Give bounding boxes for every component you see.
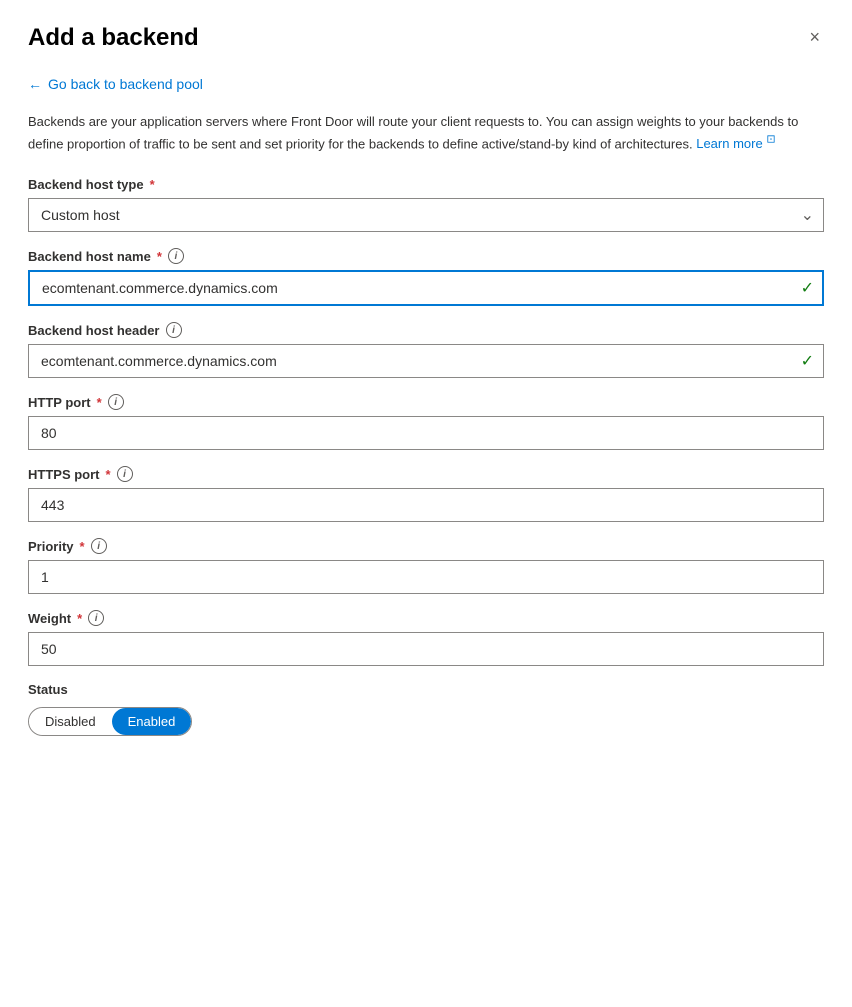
backend-host-name-input-wrapper: ✓ xyxy=(28,270,824,306)
required-star: * xyxy=(97,395,102,410)
close-button[interactable]: × xyxy=(805,24,824,50)
back-link-label: Go back to backend pool xyxy=(48,76,203,92)
backend-host-type-select[interactable]: Custom host App service Cloud service St… xyxy=(28,198,824,232)
backend-host-header-input-wrapper: ✓ xyxy=(28,344,824,378)
backend-host-name-input[interactable] xyxy=(28,270,824,306)
add-backend-panel: Add a backend × ← Go back to backend poo… xyxy=(0,0,852,1007)
info-icon[interactable]: i xyxy=(108,394,124,410)
status-section: Status Disabled Enabled xyxy=(28,682,824,736)
back-link[interactable]: ← Go back to backend pool xyxy=(28,76,824,92)
backend-host-header-label: Backend host header i xyxy=(28,322,824,338)
http-port-label: HTTP port * i xyxy=(28,394,824,410)
http-port-input[interactable] xyxy=(28,416,824,450)
info-icon[interactable]: i xyxy=(166,322,182,338)
https-port-input[interactable] xyxy=(28,488,824,522)
required-star: * xyxy=(80,539,85,554)
description-text: Backends are your application servers wh… xyxy=(28,112,824,153)
required-star: * xyxy=(77,611,82,626)
backend-host-header-group: Backend host header i ✓ xyxy=(28,322,824,378)
back-arrow-icon: ← xyxy=(28,76,42,92)
panel-header: Add a backend × xyxy=(28,24,824,52)
weight-group: Weight * i xyxy=(28,610,824,666)
learn-more-link[interactable]: Learn more ⊡ xyxy=(696,136,775,151)
info-icon[interactable]: i xyxy=(91,538,107,554)
required-star: * xyxy=(150,177,155,192)
backend-host-name-label: Backend host name * i xyxy=(28,248,824,264)
http-port-group: HTTP port * i xyxy=(28,394,824,450)
check-icon: ✓ xyxy=(801,351,814,371)
required-star: * xyxy=(157,249,162,264)
status-toggle-group: Disabled Enabled xyxy=(28,707,192,736)
required-star: * xyxy=(106,467,111,482)
status-enabled-button[interactable]: Enabled xyxy=(112,708,192,735)
status-disabled-button[interactable]: Disabled xyxy=(29,708,112,735)
status-label: Status xyxy=(28,682,824,697)
weight-input[interactable] xyxy=(28,632,824,666)
info-icon[interactable]: i xyxy=(168,248,184,264)
backend-host-type-label: Backend host type * xyxy=(28,177,824,192)
weight-label: Weight * i xyxy=(28,610,824,626)
backend-host-name-group: Backend host name * i ✓ xyxy=(28,248,824,306)
backend-host-header-input[interactable] xyxy=(28,344,824,378)
panel-title: Add a backend xyxy=(28,24,199,52)
backend-host-type-group: Backend host type * Custom host App serv… xyxy=(28,177,824,232)
priority-input[interactable] xyxy=(28,560,824,594)
info-icon[interactable]: i xyxy=(117,466,133,482)
https-port-group: HTTPS port * i xyxy=(28,466,824,522)
priority-group: Priority * i xyxy=(28,538,824,594)
info-icon[interactable]: i xyxy=(88,610,104,626)
priority-label: Priority * i xyxy=(28,538,824,554)
check-icon: ✓ xyxy=(801,278,814,298)
backend-host-type-select-wrapper: Custom host App service Cloud service St… xyxy=(28,198,824,232)
external-link-icon: ⊡ xyxy=(766,134,775,146)
https-port-label: HTTPS port * i xyxy=(28,466,824,482)
